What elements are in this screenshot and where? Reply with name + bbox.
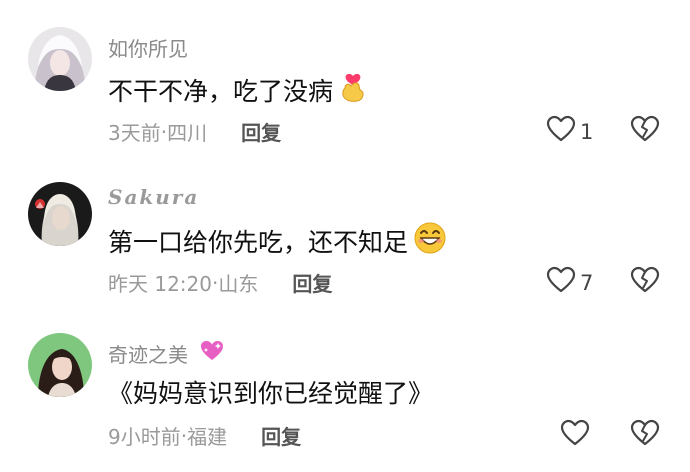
username[interactable]: 如你所见: [108, 33, 188, 62]
username-text: 奇迹之美: [108, 343, 188, 367]
reply-button[interactable]: 回复: [241, 117, 281, 146]
heart-outline-icon: [560, 419, 590, 452]
like-button[interactable]: 7: [546, 266, 593, 299]
broken-heart-icon: [630, 266, 660, 298]
sparkling-heart-icon: [198, 339, 226, 368]
comment-time: 3天前: [108, 121, 161, 145]
comment-text: 《妈妈意识到你已经觉醒了》: [108, 374, 433, 410]
finger-heart-emoji: [339, 72, 367, 108]
comment-time: 9小时前: [108, 425, 181, 449]
comment-location: 四川: [167, 121, 208, 145]
dislike-button[interactable]: [630, 419, 660, 451]
comment-text-content: 《妈妈意识到你已经觉醒了》: [108, 379, 434, 408]
reply-button[interactable]: 回复: [292, 268, 332, 297]
comment-text-content: 不干不净，吃了没病: [108, 77, 334, 106]
comment-item: Sakura 第一口给你先吃，还不知足 昨天 12:20 · 山东 回复 7: [0, 160, 690, 315]
broken-heart-icon: [630, 115, 660, 147]
heart-outline-icon: [546, 115, 576, 148]
comment-text: 不干不净，吃了没病: [108, 72, 367, 108]
username[interactable]: 奇迹之美: [108, 339, 226, 368]
comment-text: 第一口给你先吃，还不知足: [108, 222, 446, 260]
comment-meta: 昨天 12:20 · 山东 回复: [108, 268, 332, 297]
grinning-face-emoji: [414, 222, 446, 260]
comment-location: 山东: [218, 272, 259, 296]
avatar[interactable]: [28, 182, 92, 246]
comment-location: 福建: [187, 425, 228, 449]
comment-item: 如你所见 不干不净，吃了没病 3天前 · 四川 回复 1: [0, 0, 690, 160]
heart-outline-icon: [546, 266, 576, 299]
like-count: 1: [580, 119, 594, 144]
comment-meta: 3天前 · 四川 回复: [108, 117, 281, 146]
like-count: 7: [580, 270, 594, 295]
like-button[interactable]: 1: [546, 115, 593, 148]
dislike-button[interactable]: [630, 115, 660, 147]
comment-time: 昨天 12:20: [108, 272, 212, 296]
comment-item: 奇迹之美 《妈妈意识到你已经觉醒了》 9小时前 · 福建 回复: [0, 315, 690, 472]
broken-heart-icon: [630, 419, 660, 451]
reply-button[interactable]: 回复: [261, 421, 301, 450]
comment-text-content: 第一口给你先吃，还不知足: [108, 228, 409, 257]
like-button[interactable]: [560, 419, 590, 452]
avatar[interactable]: [28, 333, 92, 397]
dislike-button[interactable]: [630, 266, 660, 298]
username[interactable]: Sakura: [108, 185, 199, 209]
avatar[interactable]: [28, 27, 92, 91]
comment-meta: 9小时前 · 福建 回复: [108, 421, 301, 450]
